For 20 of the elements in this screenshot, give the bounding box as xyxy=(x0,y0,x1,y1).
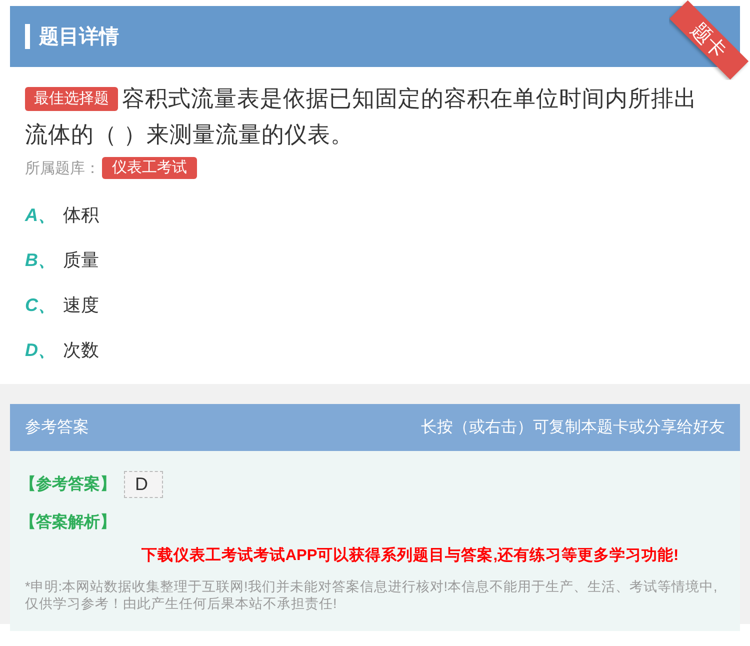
disclaimer-text: *申明:本网站数据收集整理于互联网!我们并未能对答案信息进行核对!本信息不能用于生产、生活、考试等情境中,仅供学习参考！由此产生任何后果本站不承担责任! xyxy=(25,578,718,612)
option-text[interactable]: 次数 xyxy=(63,338,99,362)
answer-bar-title: 参考答案 xyxy=(25,417,89,438)
bank-tag[interactable]: 仪表工考试 xyxy=(102,157,197,179)
promo-text: 下载仪表工考试考试APP可以获得系列题目与答案,还有练习等更多学习功能! xyxy=(140,545,680,566)
page-title: 题目详情 xyxy=(39,24,119,50)
option-text[interactable]: 质量 xyxy=(63,248,99,272)
bank-label: 所属题库： xyxy=(25,158,100,178)
option-letter: B、 xyxy=(25,249,57,272)
question-text: 最佳选择题 容积式流量表是依据已知固定的容积在单位时间内所排出流体的（ ）来测量流量的仪表。 xyxy=(24,85,698,149)
option-letter: C、 xyxy=(25,294,57,317)
answer-value: D xyxy=(124,471,163,498)
answer-label: 【参考答案】 xyxy=(20,474,116,495)
option-text[interactable]: 速度 xyxy=(63,293,99,317)
option-text[interactable]: 体积 xyxy=(63,203,99,227)
analysis-label: 【答案解析】 xyxy=(20,512,116,533)
share-hint: 长按（或右击）可复制本题卡或分享给好友 xyxy=(421,418,725,438)
option-letter: A、 xyxy=(25,204,57,227)
option-letter: D、 xyxy=(25,339,57,362)
title-marker xyxy=(25,24,30,49)
